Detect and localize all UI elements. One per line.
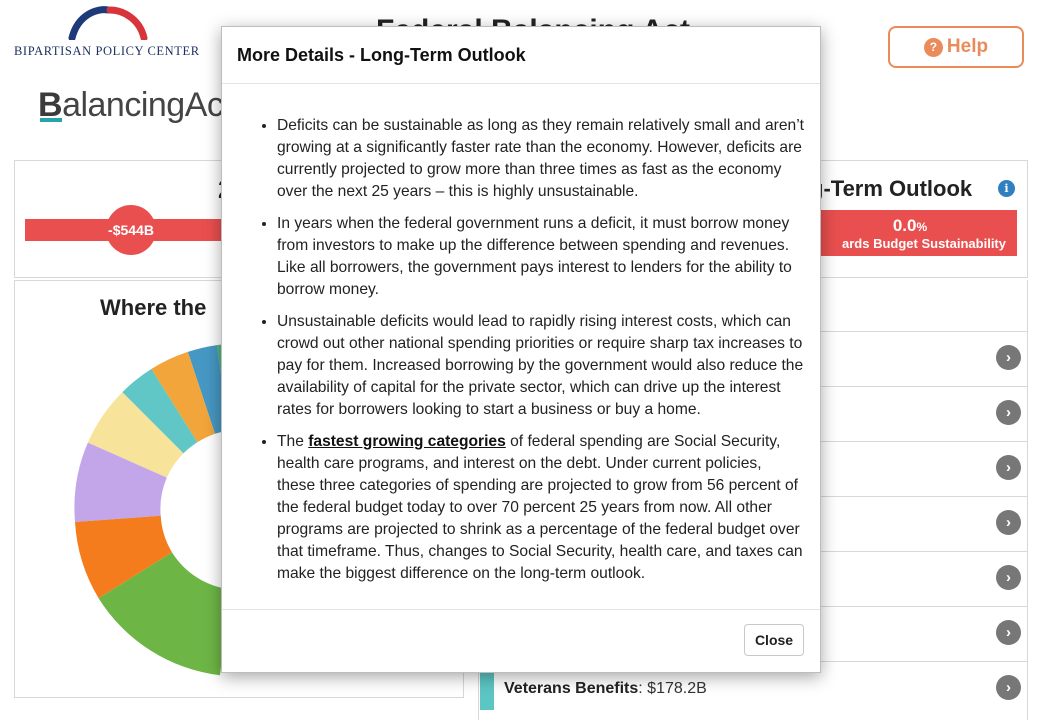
- info-icon[interactable]: i: [998, 180, 1015, 197]
- category-value: : $178.2B: [638, 680, 707, 697]
- fastest-growing-categories-link[interactable]: fastest growing categories: [308, 433, 506, 450]
- modal-body: Deficits can be sustainable as long as t…: [256, 115, 804, 595]
- bullet-prefix: The: [277, 433, 309, 450]
- help-button[interactable]: ? Help: [888, 26, 1024, 68]
- chevron-right-icon[interactable]: ›: [996, 510, 1021, 535]
- details-list: Deficits can be sustainable as long as t…: [256, 115, 804, 585]
- help-button-label: Help: [946, 36, 989, 57]
- balancing-act-logo[interactable]: BalancingAct: [38, 86, 233, 125]
- outlook-value: 0.0%: [820, 216, 1000, 236]
- details-modal: More Details - Long-Term Outlook Deficit…: [221, 26, 821, 673]
- bpc-arc-icon: [68, 6, 148, 40]
- spending-chart-title: Where the: [100, 295, 207, 320]
- category-name: Veterans Benefits: [504, 680, 639, 697]
- chevron-right-icon[interactable]: ›: [996, 565, 1021, 590]
- details-bullet: Deficits can be sustainable as long as t…: [277, 115, 804, 203]
- details-bullet: The fastest growing categories of federa…: [277, 431, 804, 585]
- outlook-title: g-Term Outlook: [810, 176, 973, 201]
- bpc-logo[interactable]: Bipartisan Policy Center: [14, 6, 204, 62]
- outlook-value-unit: %: [916, 220, 928, 234]
- outlook-value-number: 0.0: [892, 216, 917, 235]
- chevron-right-icon[interactable]: ›: [996, 400, 1021, 425]
- chevron-right-icon[interactable]: ›: [996, 620, 1021, 645]
- spending-donut-chart[interactable]: [30, 330, 230, 690]
- modal-footer-divider: [222, 609, 820, 610]
- close-button[interactable]: Close: [744, 624, 804, 656]
- details-bullet: Unsustainable deficits would lead to rap…: [277, 311, 804, 421]
- details-bullet: In years when the federal government run…: [277, 213, 804, 301]
- category-row-veterans[interactable]: Veterans Benefits: $178.2B: [504, 680, 707, 698]
- modal-header-divider: [222, 83, 820, 84]
- lightbulb-icon: ?: [923, 37, 943, 57]
- outlook-subtitle: ards Budget Sustainability: [842, 236, 1006, 251]
- logo-rest: alancingAct: [62, 86, 233, 124]
- chevron-right-icon[interactable]: ›: [996, 455, 1021, 480]
- chevron-right-icon[interactable]: ›: [996, 345, 1021, 370]
- bullet-text: of federal spending are Social Security,…: [277, 433, 803, 582]
- logo-initial: B: [38, 86, 63, 124]
- deficit-value: -$544B: [108, 222, 154, 238]
- modal-title: More Details - Long-Term Outlook: [237, 45, 526, 65]
- bpc-org-name: Bipartisan Policy Center: [14, 44, 200, 58]
- chevron-right-icon[interactable]: ›: [996, 675, 1021, 700]
